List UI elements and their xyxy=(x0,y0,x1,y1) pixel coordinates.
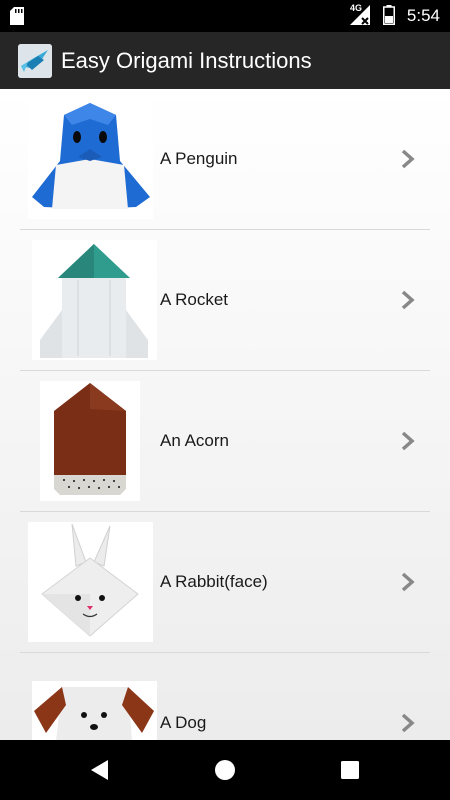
back-icon[interactable] xyxy=(90,759,110,781)
chevron-right-icon[interactable] xyxy=(401,289,415,311)
status-bar: 4G 5:54 xyxy=(0,0,450,32)
chevron-right-icon[interactable] xyxy=(401,430,415,452)
recents-icon[interactable] xyxy=(340,760,360,780)
app-title: Easy Origami Instructions xyxy=(61,48,312,73)
home-icon[interactable] xyxy=(214,759,236,781)
item-label: A Rocket xyxy=(160,290,229,309)
acorn-thumbnail xyxy=(40,381,140,501)
dog-thumbnail xyxy=(32,681,157,740)
sd-card-icon xyxy=(10,7,24,25)
list-item-acorn[interactable]: An Acorn xyxy=(20,371,430,512)
app-logo-icon xyxy=(18,44,52,78)
item-label: A Rabbit(face) xyxy=(160,572,268,591)
item-label: A Dog xyxy=(160,713,207,732)
battery-icon xyxy=(383,5,395,25)
chevron-right-icon[interactable] xyxy=(401,148,415,170)
navigation-bar xyxy=(0,740,450,800)
chevron-right-icon[interactable] xyxy=(401,712,415,734)
clock: 5:54 xyxy=(406,6,440,25)
list-item-penguin[interactable]: A Penguin xyxy=(20,89,430,230)
list-item-rabbit-face[interactable]: A Rabbit(face) xyxy=(20,512,430,653)
signal-icon xyxy=(350,5,370,25)
penguin-thumbnail xyxy=(28,99,153,219)
chevron-right-icon[interactable] xyxy=(401,571,415,593)
item-label: A Penguin xyxy=(160,149,238,168)
list-item-dog[interactable]: A Dog xyxy=(20,653,430,740)
list-item-rocket[interactable]: A Rocket xyxy=(20,230,430,371)
origami-list: A Penguin A Rocket An Acorn A Rabbit(fac… xyxy=(0,89,450,740)
rocket-thumbnail xyxy=(32,240,157,360)
item-label: An Acorn xyxy=(160,431,229,450)
rabbit-face-thumbnail xyxy=(28,522,153,642)
app-bar: Easy Origami Instructions xyxy=(0,32,450,89)
